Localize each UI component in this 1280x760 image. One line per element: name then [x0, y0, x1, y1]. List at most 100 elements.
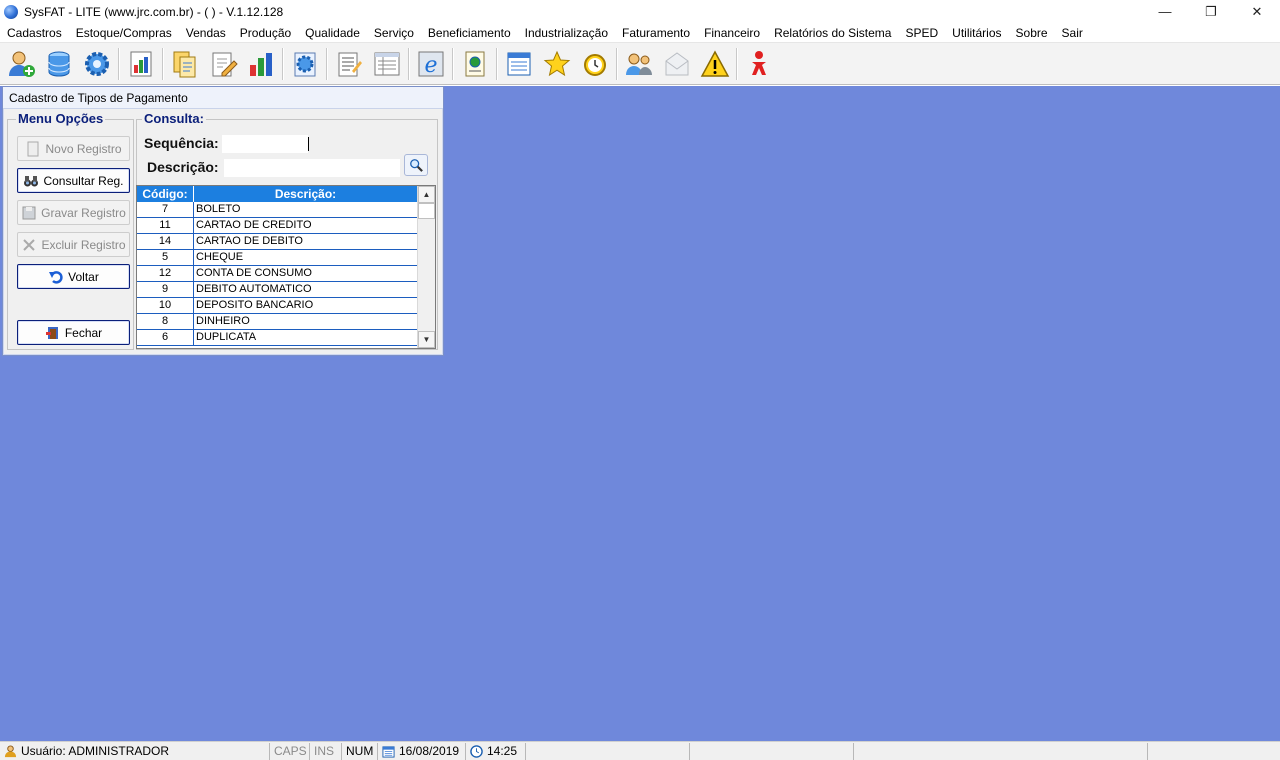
status-user: Usuário: ADMINISTRADOR — [21, 743, 170, 758]
toolbar-separator — [496, 47, 498, 80]
cell-code: 12 — [137, 266, 194, 281]
menu-bar: Cadastros Estoque/Compras Vendas Produçã… — [0, 23, 1280, 43]
scroll-down-arrow-icon[interactable]: ▼ — [418, 331, 435, 348]
exit-door-icon — [45, 326, 58, 339]
child-window-title: Cadastro de Tipos de Pagamento — [3, 87, 443, 109]
report-chart-icon[interactable] — [122, 45, 160, 83]
database-icon[interactable] — [40, 45, 78, 83]
window-controls: — ❐ ✕ — [1142, 0, 1280, 23]
status-ins: INS — [310, 742, 342, 760]
query-legend: Consulta: — [142, 111, 206, 126]
cell-description: BOLETO — [196, 203, 241, 215]
menu-producao[interactable]: Produção — [233, 23, 298, 43]
alarm-clock-icon[interactable] — [576, 45, 614, 83]
status-empty-panel — [526, 742, 690, 760]
toolbar-separator — [408, 47, 410, 80]
status-date-panel: 16/08/2019 — [378, 742, 466, 760]
notepad-icon[interactable] — [330, 45, 368, 83]
menu-financeiro[interactable]: Financeiro — [697, 23, 767, 43]
table-row[interactable]: 9 DEBITO AUTOMATICO — [137, 282, 417, 298]
toolbar-separator — [282, 47, 284, 80]
table-row[interactable]: 7 BOLETO — [137, 202, 417, 218]
table-row[interactable]: 5 CHEQUE — [137, 250, 417, 266]
status-date: 16/08/2019 — [399, 743, 460, 758]
column-header-description[interactable]: Descrição: — [194, 186, 417, 202]
back-button[interactable]: Voltar — [17, 264, 130, 289]
menu-cadastros[interactable]: Cadastros — [0, 23, 69, 43]
table-row[interactable]: 6 DUPLICATA — [137, 330, 417, 346]
menu-vendas[interactable]: Vendas — [179, 23, 233, 43]
menu-utilitarios[interactable]: Utilitários — [945, 23, 1008, 43]
table-row[interactable]: 11 CARTAO DE CREDITO — [137, 218, 417, 234]
menu-estoque-compras[interactable]: Estoque/Compras — [69, 23, 179, 43]
new-document-icon — [27, 141, 39, 156]
save-record-button[interactable]: Gravar Registro — [17, 200, 130, 225]
documents-icon[interactable] — [166, 45, 204, 83]
cell-description: DEBITO AUTOMATICO — [196, 283, 312, 295]
cell-code: 11 — [137, 218, 194, 233]
menu-servico[interactable]: Serviço — [367, 23, 421, 43]
users-chat-icon[interactable] — [620, 45, 658, 83]
cell-code: 10 — [137, 298, 194, 313]
web-document-icon[interactable] — [456, 45, 494, 83]
scroll-thumb[interactable] — [418, 203, 435, 219]
close-button[interactable]: ✕ — [1234, 0, 1280, 23]
table-row[interactable]: 14 CARTAO DE DEBITO — [137, 234, 417, 250]
payment-types-grid: Código: Descrição: 7 BOLETO 11 CARTAO DE C… — [136, 185, 436, 349]
description-input[interactable] — [224, 159, 400, 177]
menu-qualidade[interactable]: Qualidade — [298, 23, 367, 43]
cell-code: 7 — [137, 202, 194, 217]
toolbar: e — [0, 43, 1280, 85]
clock-icon — [470, 744, 483, 758]
toolbar-separator — [616, 47, 618, 80]
restore-button[interactable]: ❐ — [1188, 0, 1234, 23]
menu-industrializacao[interactable]: Industrialização — [518, 23, 615, 43]
grid-vertical-scrollbar[interactable]: ▲ ▼ — [417, 186, 435, 348]
app-globe-icon — [4, 4, 18, 19]
status-time: 14:25 — [487, 743, 518, 758]
list-icon[interactable] — [368, 45, 406, 83]
table-row[interactable]: 10 DEPOSITO BANCARIO — [137, 298, 417, 314]
bar-chart-icon[interactable] — [242, 45, 280, 83]
menu-faturamento[interactable]: Faturamento — [615, 23, 697, 43]
sequence-input[interactable] — [222, 135, 308, 153]
status-empty-panel — [854, 742, 1148, 760]
edit-document-icon[interactable] — [204, 45, 242, 83]
internet-explorer-icon[interactable]: e — [412, 45, 450, 83]
menu-relatorios[interactable]: Relatórios do Sistema — [767, 23, 898, 43]
cell-code: 14 — [137, 234, 194, 249]
undo-arrow-icon — [49, 270, 63, 284]
magnifier-icon — [410, 159, 423, 172]
minimize-button[interactable]: — — [1142, 0, 1188, 23]
delete-record-button[interactable]: Excluir Registro — [17, 232, 130, 257]
close-form-button[interactable]: Fechar — [17, 320, 130, 345]
toolbar-separator — [736, 47, 738, 80]
table-row[interactable]: 8 DINHEIRO — [137, 314, 417, 330]
cell-description: DINHEIRO — [196, 315, 250, 327]
warning-icon[interactable] — [696, 45, 734, 83]
toolbar-separator — [452, 47, 454, 80]
column-header-code[interactable]: Código: — [137, 186, 194, 202]
settings-document-icon[interactable] — [286, 45, 324, 83]
payment-types-window: Cadastro de Tipos de Pagamento Menu Opçõ… — [2, 86, 444, 356]
star-icon[interactable] — [538, 45, 576, 83]
svg-text:e: e — [424, 53, 437, 78]
new-record-button[interactable]: Novo Registro — [17, 136, 130, 161]
calculator-sheet-icon[interactable] — [500, 45, 538, 83]
table-row[interactable]: 12 CONTA DE CONSUMO — [137, 266, 417, 282]
menu-sair[interactable]: Sair — [1055, 23, 1090, 43]
cell-description: CARTAO DE CREDITO — [196, 219, 312, 231]
description-label: Descrição: — [147, 159, 219, 175]
mail-icon[interactable] — [658, 45, 696, 83]
menu-sped[interactable]: SPED — [898, 23, 945, 43]
toolbar-separator — [162, 47, 164, 80]
query-record-button[interactable]: Consultar Reg. — [17, 168, 130, 193]
gear-icon[interactable] — [78, 45, 116, 83]
scroll-up-arrow-icon[interactable]: ▲ — [418, 186, 435, 203]
status-num: NUM — [342, 742, 378, 760]
search-button[interactable] — [404, 154, 428, 176]
menu-sobre[interactable]: Sobre — [1009, 23, 1055, 43]
user-add-icon[interactable] — [2, 45, 40, 83]
menu-beneficiamento[interactable]: Beneficiamento — [421, 23, 518, 43]
logout-person-icon[interactable] — [740, 45, 778, 83]
